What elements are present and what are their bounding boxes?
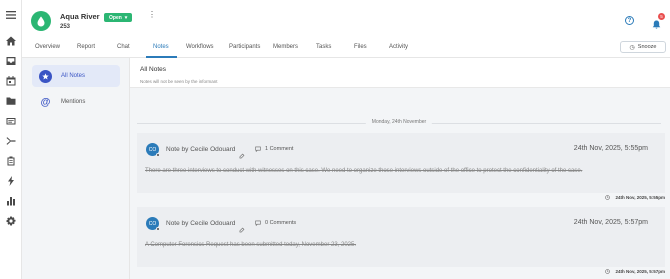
case-number: 253 — [60, 24, 71, 30]
date-separator: Monday, 24th November — [137, 119, 661, 126]
tab-members[interactable]: Members — [273, 44, 298, 50]
comments-button[interactable]: 0 Comments — [255, 220, 296, 226]
tab-activity[interactable]: Activity — [389, 44, 408, 50]
notes-header: All Notes Notes will not be seen by the … — [130, 58, 670, 88]
card-icon[interactable] — [5, 115, 17, 127]
home-icon[interactable] — [5, 35, 17, 47]
note-date: 24th Nov, 2025, 5:55pm — [573, 145, 648, 152]
date-separator-label: Monday, 24th November — [365, 119, 433, 125]
page-subtitle: Notes will not be seen by the informant — [140, 79, 218, 84]
avatar: CO — [146, 217, 160, 231]
sidebar-item-label: All Notes — [61, 73, 86, 79]
notes-main: All Notes Notes will not be seen by the … — [130, 58, 670, 279]
case-title: Aqua River — [60, 12, 100, 21]
page-title: All Notes — [140, 66, 167, 73]
help-icon[interactable]: ? — [625, 16, 634, 25]
note-card[interactable]: CO Note by Cecile Odouard 1 Comment 24th… — [137, 133, 665, 193]
at-icon: @ — [40, 96, 51, 108]
link-icon[interactable] — [239, 146, 245, 159]
calendar-icon[interactable] — [5, 75, 17, 87]
tab-chat[interactable]: Chat — [117, 44, 130, 50]
tab-notes[interactable]: Notes — [153, 44, 169, 50]
note-timestamp-row: 24th Nov, 2025, 5:57pm — [604, 269, 665, 274]
folder-icon[interactable] — [5, 95, 17, 107]
note-body: A Computer Forensics Request has been su… — [145, 242, 357, 248]
case-tabs: Overview Report Chat Notes Workflows Par… — [22, 40, 670, 58]
link-icon[interactable] — [239, 220, 245, 233]
inbox-icon[interactable] — [5, 55, 17, 67]
case-logo-icon — [31, 11, 51, 31]
presence-dot — [156, 227, 160, 231]
status-dropdown[interactable]: Open ▾ — [104, 13, 133, 22]
star-icon — [39, 69, 52, 83]
tab-workflows[interactable]: Workflows — [186, 44, 214, 50]
notes-sidebar: All Notes @ Mentions — [22, 58, 130, 279]
bar-chart-icon[interactable] — [5, 195, 17, 207]
clock-icon — [604, 269, 610, 274]
note-card[interactable]: CO Note by Cecile Odouard 0 Comments 24t… — [137, 207, 665, 267]
note-date: 24th Nov, 2025, 5:57pm — [573, 219, 648, 226]
gear-icon[interactable] — [5, 215, 17, 227]
comment-icon — [255, 146, 261, 152]
sidebar-item-mentions[interactable]: @ Mentions — [32, 91, 120, 113]
merge-icon[interactable] — [5, 135, 17, 147]
clock-icon — [604, 195, 610, 200]
bolt-icon[interactable] — [5, 175, 17, 187]
tab-report[interactable]: Report — [77, 44, 95, 50]
presence-dot — [156, 153, 160, 157]
note-timestamp: 24th Nov, 2025, 5:57pm — [615, 269, 665, 274]
note-timestamp-row: 24th Nov, 2025, 5:55pm — [604, 195, 665, 200]
comments-count: 1 Comment — [265, 146, 294, 152]
comments-count: 0 Comments — [265, 220, 297, 226]
tab-overview[interactable]: Overview — [35, 44, 60, 50]
note-author: Note by Cecile Odouard — [166, 220, 236, 227]
snooze-label: Snooze — [637, 44, 657, 50]
note-author: Note by Cecile Odouard — [166, 146, 236, 153]
notification-badge: 5 — [658, 13, 665, 20]
left-rail — [0, 0, 22, 279]
sidebar-item-label: Mentions — [61, 99, 86, 105]
avatar-initials: CO — [148, 220, 157, 227]
more-options-icon[interactable]: ⋮ — [148, 11, 156, 19]
tab-tasks[interactable]: Tasks — [316, 44, 331, 50]
snooze-icon: ◷ — [629, 44, 635, 51]
note-body: There are three interviews to conduct wi… — [145, 168, 583, 174]
avatar: CO — [146, 143, 160, 157]
comment-icon — [255, 220, 261, 226]
case-header: Aqua River 253 Open ▾ ⋮ ? 5 — [22, 0, 670, 40]
avatar-initials: CO — [148, 146, 157, 153]
snooze-button[interactable]: ◷ Snooze — [620, 41, 666, 53]
comments-button[interactable]: 1 Comment — [255, 146, 293, 152]
tab-participants[interactable]: Participants — [229, 44, 260, 50]
status-label: Open — [109, 14, 122, 21]
clipboard-icon[interactable] — [5, 155, 17, 167]
sidebar-item-all-notes[interactable]: All Notes — [32, 65, 120, 87]
note-timestamp: 24th Nov, 2025, 5:55pm — [615, 195, 665, 200]
menu-icon[interactable] — [5, 9, 17, 21]
tab-files[interactable]: Files — [354, 44, 367, 50]
chevron-down-icon: ▾ — [124, 14, 128, 21]
